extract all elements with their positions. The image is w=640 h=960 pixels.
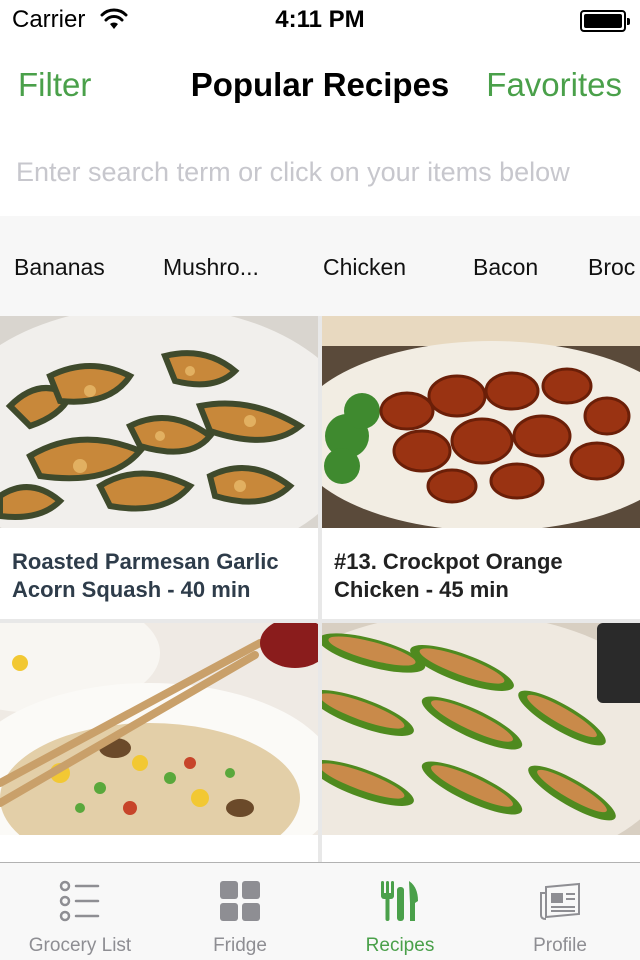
recipe-card[interactable]: #13. Crockpot Orange Chicken - 45 min — [322, 316, 640, 619]
recipe-card[interactable] — [0, 623, 318, 862]
tab-label: Recipes — [365, 935, 435, 956]
tab-recipes[interactable]: Recipes — [320, 863, 480, 960]
favorites-button[interactable]: Favorites — [486, 66, 622, 104]
newspaper-icon — [540, 882, 580, 920]
status-bar: Carrier 4:11 PM — [0, 0, 640, 40]
chip-chicken[interactable]: Chicken — [323, 254, 406, 281]
navigation-bar: Filter Popular Recipes Favorites — [0, 40, 640, 128]
cutlery-icon — [381, 881, 418, 921]
status-time: 4:11 PM — [275, 6, 365, 33]
recipe-image-fried-rice — [0, 623, 318, 835]
tab-profile[interactable]: Profile — [480, 863, 640, 960]
list-icon — [59, 880, 100, 922]
tab-bar: Grocery List Fridge Recipes Profile — [0, 862, 640, 960]
ingredient-chips: Bananas Mushro... Chicken Bacon Broc — [0, 216, 640, 316]
recipe-grid: Roasted Parmesan Garlic Acorn Squash - 4… — [0, 316, 640, 862]
search-input[interactable] — [16, 150, 626, 194]
tab-label: Fridge — [213, 935, 267, 956]
recipe-card[interactable]: Roasted Parmesan Garlic Acorn Squash - 4… — [0, 316, 318, 619]
recipe-image-stuffed-jalapenos — [322, 623, 640, 835]
chip-mushrooms[interactable]: Mushro... — [163, 254, 259, 281]
grid-icon — [220, 881, 260, 921]
tab-fridge[interactable]: Fridge — [160, 863, 320, 960]
tab-grocery-list[interactable]: Grocery List — [0, 863, 160, 960]
recipe-title: Roasted Parmesan Garlic Acorn Squash - 4… — [12, 549, 279, 602]
recipe-card[interactable] — [322, 623, 640, 862]
recipe-image-acorn-squash — [0, 316, 318, 528]
chip-broccoli[interactable]: Broc — [588, 254, 635, 281]
recipe-image-orange-chicken — [322, 316, 640, 528]
tab-label: Profile — [533, 935, 587, 956]
recipe-title: #13. Crockpot Orange Chicken - 45 min — [334, 549, 563, 602]
battery-icon — [580, 10, 630, 32]
chip-bananas[interactable]: Bananas — [14, 254, 105, 281]
chip-bacon[interactable]: Bacon — [473, 254, 538, 281]
search-bar — [0, 128, 640, 216]
tab-label: Grocery List — [28, 935, 132, 956]
